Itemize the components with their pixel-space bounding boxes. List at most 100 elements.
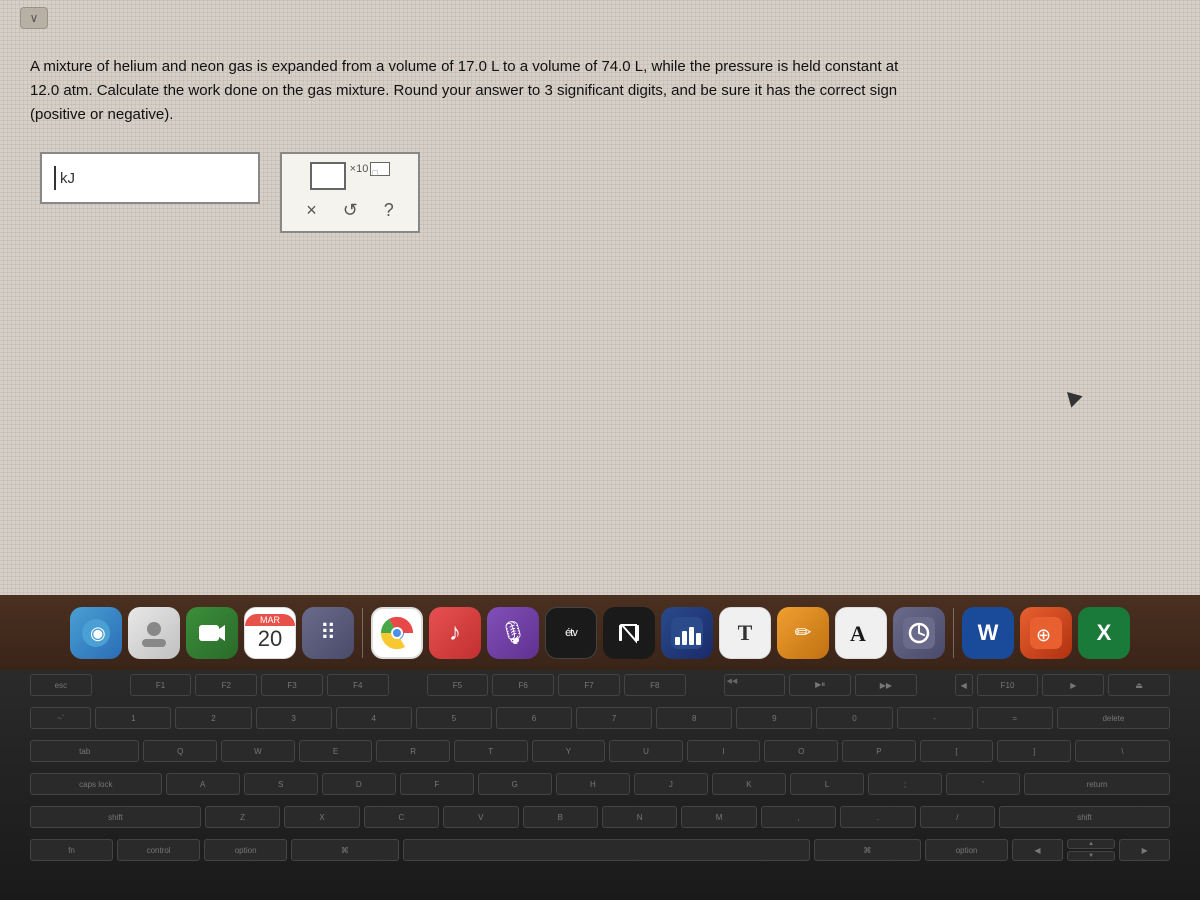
key-cmd-right[interactable]: ⌘	[814, 839, 921, 861]
dock-stocks[interactable]	[603, 607, 655, 659]
dock-chart[interactable]	[661, 607, 713, 659]
key-v[interactable]: V	[443, 806, 518, 828]
key-tab[interactable]: tab	[30, 740, 139, 762]
key-vol-up[interactable]: ▶	[1042, 674, 1104, 696]
dock-podcast[interactable]: 🎙	[487, 607, 539, 659]
key-u[interactable]: U	[609, 740, 683, 762]
dock-screentime[interactable]	[893, 607, 945, 659]
key-cmd-left[interactable]: ⌘	[291, 839, 398, 861]
key-arrow-right[interactable]: ▶	[1119, 839, 1170, 861]
key-p[interactable]: P	[842, 740, 916, 762]
key-bracket-left[interactable]: [	[920, 740, 994, 762]
key-f11[interactable]: ▶▶	[855, 674, 917, 696]
key-f4[interactable]: F4	[327, 674, 389, 696]
key-g[interactable]: G	[478, 773, 552, 795]
key-esc[interactable]: esc	[30, 674, 92, 696]
key-option-left[interactable]: option	[204, 839, 287, 861]
key-t[interactable]: T	[454, 740, 528, 762]
key-f12[interactable]: F10	[977, 674, 1039, 696]
key-bracket-right[interactable]: ]	[997, 740, 1071, 762]
key-f2[interactable]: F2	[195, 674, 257, 696]
key-x[interactable]: X	[284, 806, 359, 828]
dock-launchpad[interactable]: ⠿	[302, 607, 354, 659]
key-space[interactable]	[403, 839, 810, 861]
key-n[interactable]: N	[602, 806, 677, 828]
key-w[interactable]: W	[221, 740, 295, 762]
key-quote[interactable]: '	[946, 773, 1020, 795]
key-f6[interactable]: F6	[492, 674, 554, 696]
key-b[interactable]: B	[523, 806, 598, 828]
dock-finder[interactable]: ◉	[70, 607, 122, 659]
key-i[interactable]: I	[687, 740, 761, 762]
key-capslock[interactable]: caps lock	[30, 773, 162, 795]
key-f8[interactable]: F8	[624, 674, 686, 696]
key-s[interactable]: S	[244, 773, 318, 795]
dock-word[interactable]: W	[962, 607, 1014, 659]
key-y[interactable]: Y	[532, 740, 606, 762]
key-arrow-left[interactable]: ◀	[1012, 839, 1063, 861]
key-5[interactable]: 5	[416, 707, 492, 729]
key-e[interactable]: E	[299, 740, 373, 762]
key-a[interactable]: A	[166, 773, 240, 795]
dock-pencil-app[interactable]: ✏	[777, 607, 829, 659]
key-return[interactable]: return	[1024, 773, 1170, 795]
key-f[interactable]: F	[400, 773, 474, 795]
key-delete[interactable]: delete	[1057, 707, 1170, 729]
dock-appletv[interactable]: étv	[545, 607, 597, 659]
sci-clear-button[interactable]: ×	[302, 198, 321, 223]
key-8[interactable]: 8	[656, 707, 732, 729]
dock-calendar[interactable]: MAR 20	[244, 607, 296, 659]
key-k[interactable]: K	[712, 773, 786, 795]
key-o[interactable]: O	[764, 740, 838, 762]
key-d[interactable]: D	[322, 773, 396, 795]
key-l[interactable]: L	[790, 773, 864, 795]
dock-reeder[interactable]: ⊕	[1020, 607, 1072, 659]
key-1[interactable]: 1	[95, 707, 171, 729]
dock-fonts[interactable]: A	[835, 607, 887, 659]
dock-facetime[interactable]	[186, 607, 238, 659]
key-minus[interactable]: -	[897, 707, 973, 729]
key-3[interactable]: 3	[256, 707, 332, 729]
dock-chrome[interactable]	[371, 607, 423, 659]
key-j[interactable]: J	[634, 773, 708, 795]
key-q[interactable]: Q	[143, 740, 217, 762]
key-shift-right[interactable]: shift	[999, 806, 1170, 828]
key-eject[interactable]: ⏏	[1108, 674, 1170, 696]
answer-input-box[interactable]: kJ	[40, 152, 260, 204]
dock-contacts[interactable]	[128, 607, 180, 659]
key-backslash[interactable]: \	[1075, 740, 1170, 762]
key-f1[interactable]: F1	[130, 674, 192, 696]
key-f7[interactable]: F7	[558, 674, 620, 696]
key-f9[interactable]: ◀◀	[724, 674, 786, 696]
key-m[interactable]: M	[681, 806, 756, 828]
key-slash[interactable]: /	[920, 806, 995, 828]
sci-refresh-button[interactable]: ↺	[339, 198, 362, 223]
chevron-down-button[interactable]: ∨	[20, 7, 48, 29]
key-f5[interactable]: F5	[427, 674, 489, 696]
dock-text-editor[interactable]: T	[719, 607, 771, 659]
key-2[interactable]: 2	[175, 707, 251, 729]
key-9[interactable]: 9	[736, 707, 812, 729]
key-control[interactable]: control	[117, 839, 200, 861]
key-4[interactable]: 4	[336, 707, 412, 729]
key-semicolon[interactable]: ;	[868, 773, 942, 795]
sci-base-input[interactable]	[310, 162, 346, 190]
key-7[interactable]: 7	[576, 707, 652, 729]
dock-music[interactable]: ♪	[429, 607, 481, 659]
key-mute[interactable]: ◀	[955, 674, 973, 696]
key-f3[interactable]: F3	[261, 674, 323, 696]
key-period[interactable]: .	[840, 806, 915, 828]
key-0[interactable]: 0	[816, 707, 892, 729]
sci-help-button[interactable]: ?	[380, 198, 398, 223]
key-6[interactable]: 6	[496, 707, 572, 729]
key-z[interactable]: Z	[205, 806, 280, 828]
key-arrow-up[interactable]: ▲	[1067, 839, 1116, 849]
key-comma[interactable]: ,	[761, 806, 836, 828]
key-c[interactable]: C	[364, 806, 439, 828]
key-equals[interactable]: =	[977, 707, 1053, 729]
key-option-right[interactable]: option	[925, 839, 1008, 861]
key-tilde[interactable]: ~`	[30, 707, 91, 729]
key-h[interactable]: H	[556, 773, 630, 795]
key-f10[interactable]: ▶⏸	[789, 674, 851, 696]
dock-excel[interactable]: X	[1078, 607, 1130, 659]
